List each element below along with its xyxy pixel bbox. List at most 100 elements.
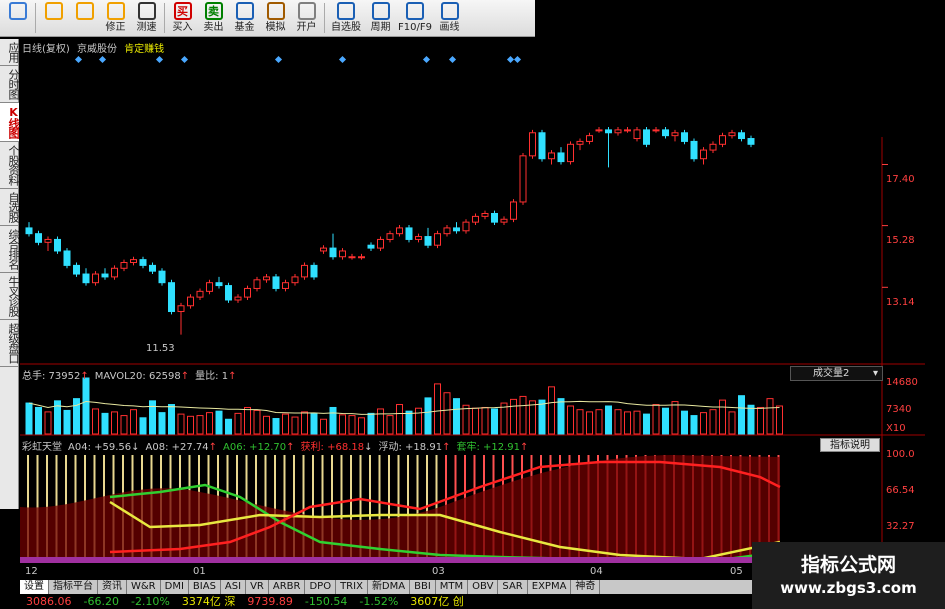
indicator-tab-8[interactable]: ARBR (269, 580, 306, 594)
lock-icon (297, 2, 316, 20)
indicator-tab-3[interactable]: W&R (127, 580, 161, 594)
candle-body (101, 273, 109, 278)
indicator-tab-1[interactable]: 指标平台 (49, 580, 98, 594)
indicator-tab-11[interactable]: 新DMA (368, 580, 411, 594)
volume-bar (320, 418, 327, 435)
candle-body (747, 138, 755, 145)
indicator-tab-16[interactable]: EXPMA (528, 580, 572, 594)
signal-diamond-icon (513, 55, 522, 64)
volume-indicator-select[interactable]: 成交量2 ▾ (790, 366, 883, 381)
volume-bar (424, 397, 432, 435)
candle-body (681, 132, 688, 142)
indicator-name: 彩虹天堂 (22, 442, 62, 453)
candle-body (82, 273, 90, 284)
volume-bar (757, 406, 764, 435)
left-tab-4[interactable]: 自选股 (0, 189, 20, 226)
price-tick-2: 15.28 (886, 235, 915, 246)
toolbar-button-f10[interactable]: F10/F9 (396, 0, 434, 36)
toolbar-button-period[interactable]: 周期 (365, 0, 396, 36)
volume-bar (605, 405, 612, 435)
status-value: -150.54 (304, 595, 348, 608)
volume-bar (187, 415, 194, 435)
candle-body (92, 273, 99, 284)
indicator-tab-12[interactable]: BBI (410, 580, 436, 594)
kline-chart[interactable] (20, 37, 945, 580)
candle-body (225, 285, 232, 301)
left-tab-2[interactable]: K线图 (0, 103, 20, 142)
candle-body (510, 201, 517, 220)
left-tab-6[interactable]: 牛叉诊股 (0, 273, 20, 320)
volume-bar (310, 412, 318, 435)
indicator-tab-bar: 设置 指标平台 资讯 W&R DMI BIAS ASI VR ARBR DPO TRIX 新DMA BB… (20, 580, 755, 594)
indicator-tick-2: 66.54 (886, 485, 915, 496)
volume-bar (329, 406, 337, 435)
volume-bar (386, 415, 394, 435)
indicator-help-button[interactable]: 指标说明 (820, 438, 880, 452)
indicator-tab-4[interactable]: DMI (161, 580, 189, 594)
toolbar-button-sell[interactable]: 卖卖出 (198, 0, 229, 36)
volume-bar (586, 411, 593, 435)
candle-body (253, 279, 261, 289)
indicator-tab-14[interactable]: OBV (468, 580, 499, 594)
period-label: 日线(复权) (22, 44, 70, 55)
toolbar-button-hammer[interactable]: 模拟 (260, 0, 291, 36)
left-tab-0[interactable]: 应用 (0, 39, 20, 66)
indicator-tab-17[interactable]: 神奇 (571, 580, 601, 594)
signal-diamond-icon (98, 55, 107, 64)
volume-bar (120, 415, 128, 435)
toolbar-button-up-down[interactable] (69, 0, 100, 36)
toolbar-button-fix[interactable]: 修正 (100, 0, 131, 36)
toolbar-button-fund[interactable]: 基金 (229, 0, 260, 36)
volume-bar (614, 409, 622, 435)
candle-body (671, 132, 679, 137)
left-tab-7[interactable]: 超级盘口 (0, 320, 20, 367)
toolbar-button-label: 基金 (234, 22, 255, 33)
toolbar-button-app[interactable] (2, 0, 33, 36)
indicator-tab-9[interactable]: DPO (305, 580, 337, 594)
volume-bar (225, 418, 232, 435)
indicator-legend-item: 套牢: +12.91↑ (456, 442, 528, 453)
indicator-legend-item: 浮动: +18.91↑ (379, 442, 451, 453)
candle-body (386, 233, 394, 240)
toolbar-button-label: 卖出 (203, 22, 224, 33)
candle-body (196, 290, 204, 298)
indicator-tab-2[interactable]: 资讯 (98, 580, 127, 594)
status-value: -2.10% (130, 595, 170, 608)
left-tab-1[interactable]: 分时图 (0, 66, 20, 103)
volume-bar (234, 412, 242, 435)
date-label-3: 03 (432, 566, 445, 577)
candle-body (329, 247, 337, 258)
volume-bar (709, 409, 717, 435)
candle-body (168, 282, 175, 313)
volume-bar (82, 377, 90, 435)
indicator-legend-item: A08: +27.74↑ (146, 442, 218, 453)
indicator-tab-6[interactable]: ASI (221, 580, 247, 594)
toolbar-separator (35, 3, 36, 33)
buy-icon: 买 (173, 2, 192, 20)
left-tab-3[interactable]: 个股资料 (0, 142, 20, 189)
left-tab-5[interactable]: 综合排名 (0, 226, 20, 273)
volume-bar (396, 404, 403, 435)
indicator-tab-5[interactable]: BIAS (189, 580, 221, 594)
candle-body (282, 282, 289, 289)
right-scroll-strip[interactable] (930, 140, 945, 550)
indicator-tab-7[interactable]: VR (246, 580, 269, 594)
toolbar-button-buy[interactable]: 买买入 (167, 0, 198, 36)
candle-body (54, 238, 61, 252)
indicator-tab-13[interactable]: MTM (436, 580, 469, 594)
toolbar-button-lock[interactable]: 开户 (291, 0, 322, 36)
toolbar-button-pen[interactable]: 画线 (434, 0, 465, 36)
toolbar-button-clock[interactable]: 测速 (131, 0, 162, 36)
toolbar-button-label: 画线 (439, 22, 460, 33)
candle-body (614, 129, 622, 134)
indicator-tab-0[interactable]: 设置 (20, 580, 49, 594)
fix-icon (106, 2, 125, 20)
volume-legend-text: 量比: 1 (195, 371, 229, 382)
indicator-tab-15[interactable]: SAR (498, 580, 528, 594)
toolbar-button-back[interactable] (38, 0, 69, 36)
indicator-tab-10[interactable]: TRIX (336, 580, 368, 594)
volume-bar (643, 413, 650, 435)
profit-area (20, 455, 780, 562)
toolbar-button-star[interactable]: 自选股 (327, 0, 365, 36)
volume-bar (443, 392, 451, 435)
